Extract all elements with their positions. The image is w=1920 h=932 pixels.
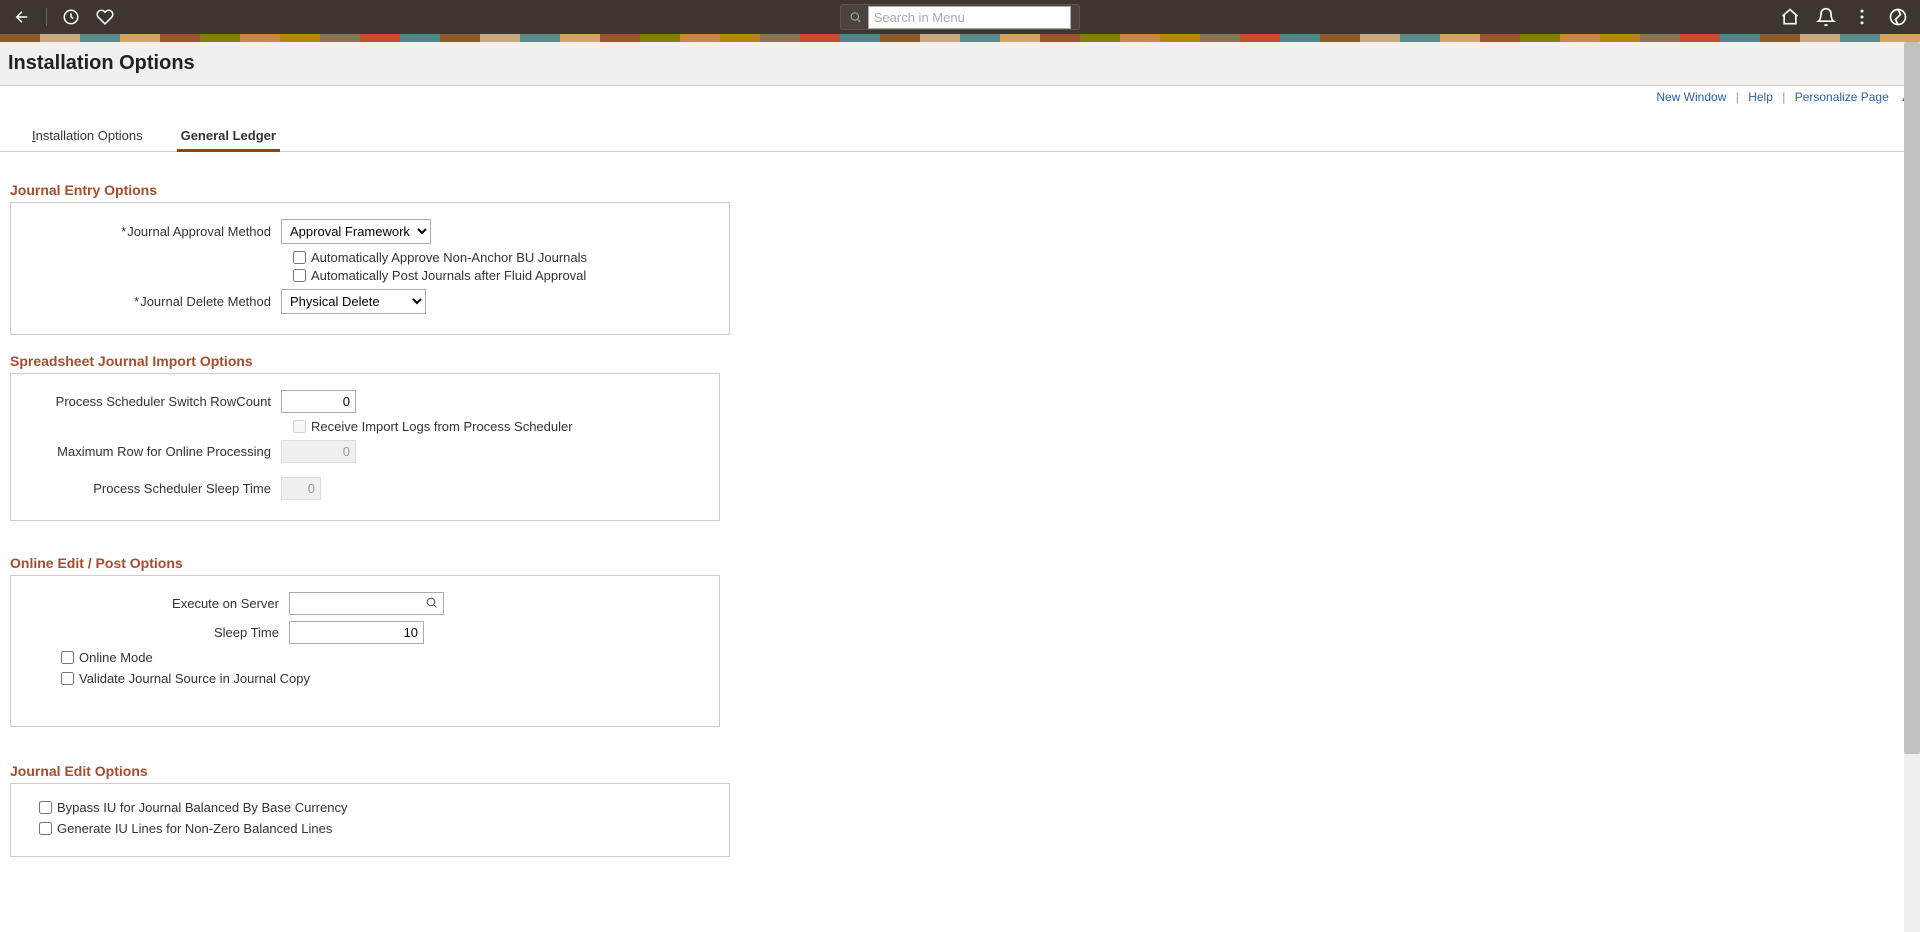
select-approval-method[interactable]: Approval Framework [281,219,431,244]
link-sep: | [1782,90,1785,104]
section-journal-entry: *Journal Approval Method Approval Framew… [10,202,730,335]
actions-icon[interactable] [1852,7,1872,27]
navbar-icon[interactable] [1888,7,1908,27]
page-title-bar: Installation Options [0,42,1920,86]
link-sep: | [1736,90,1739,104]
row-switch-rowcount: Process Scheduler Switch RowCount [19,390,711,413]
input-switch-rowcount[interactable] [281,390,356,413]
lookup-execute-server [289,592,444,615]
checkbox-bypass-iu[interactable] [39,801,52,814]
label-max-row: Maximum Row for Online Processing [19,444,281,459]
page-links: New Window | Help | Personalize Page ▲ [0,86,1920,108]
personalize-link[interactable]: Personalize Page [1795,90,1889,104]
input-max-row [281,440,356,463]
row-online-mode: Online Mode [61,650,711,665]
section-online-edit: Execute on Server Sleep Time Online Mode [10,575,720,727]
section-spreadsheet: Process Scheduler Switch RowCount Receiv… [10,373,720,521]
topbar-right [1780,7,1908,27]
row-approval-method: *Journal Approval Method Approval Framew… [19,219,721,244]
notifications-icon[interactable] [1816,7,1836,27]
row-max-row: Maximum Row for Online Processing [19,440,711,463]
checkbox-online-mode[interactable] [61,651,74,664]
label-receive-logs: Receive Import Logs from Process Schedul… [311,419,573,434]
divider-icon [46,8,47,26]
section-title-journal-edit: Journal Edit Options [10,763,730,779]
search-box[interactable] [840,4,1080,30]
input-execute-server[interactable] [289,592,444,615]
row-sleep-time-sched: Process Scheduler Sleep Time [19,477,711,500]
label-sleep-time-sched: Process Scheduler Sleep Time [19,481,281,496]
favorite-icon[interactable] [95,7,115,27]
search-icon [849,10,862,24]
label-switch-rowcount: Process Scheduler Switch RowCount [19,394,281,409]
label-online-mode[interactable]: Online Mode [79,650,153,665]
label-generate-iu[interactable]: Generate IU Lines for Non-Zero Balanced … [57,821,332,836]
checkbox-generate-iu[interactable] [39,822,52,835]
label-approval-method: *Journal Approval Method [19,224,281,239]
checkbox-auto-approve-non-anchor[interactable] [293,251,306,264]
row-delete-method: *Journal Delete Method Physical Delete [19,289,721,314]
new-window-link[interactable]: New Window [1656,90,1726,104]
lookup-icon[interactable] [425,596,438,612]
scrollbar[interactable] [1904,42,1920,932]
label-execute-server: Execute on Server [19,596,289,611]
label-sleep-time: Sleep Time [19,625,289,640]
row-bypass-iu: Bypass IU for Journal Balanced By Base C… [39,800,721,815]
label-delete-method: *Journal Delete Method [19,294,281,309]
row-generate-iu: Generate IU Lines for Non-Zero Balanced … [39,821,721,836]
row-auto-post-fluid: Automatically Post Journals after Fluid … [293,268,721,283]
scrollbar-thumb[interactable] [1904,42,1920,754]
input-sleep-time-sched [281,477,321,500]
row-validate-source: Validate Journal Source in Journal Copy [61,671,711,686]
search-input[interactable] [868,6,1071,29]
row-auto-approve-non-anchor: Automatically Approve Non-Anchor BU Jour… [293,250,721,265]
label-bypass-iu[interactable]: Bypass IU for Journal Balanced By Base C… [57,800,347,815]
row-receive-logs: Receive Import Logs from Process Schedul… [293,419,711,434]
banner-strip [0,34,1920,42]
label-auto-approve-non-anchor[interactable]: Automatically Approve Non-Anchor BU Jour… [311,250,587,265]
row-execute-server: Execute on Server [19,592,711,615]
input-sleep-time[interactable] [289,621,424,644]
select-delete-method[interactable]: Physical Delete [281,289,426,314]
section-title-spreadsheet: Spreadsheet Journal Import Options [10,353,730,369]
checkbox-auto-post-fluid[interactable] [293,269,306,282]
topbar [0,0,1920,34]
content: Journal Entry Options *Journal Approval … [0,152,740,869]
section-journal-edit: Bypass IU for Journal Balanced By Base C… [10,783,730,857]
row-sleep-time: Sleep Time [19,621,711,644]
label-auto-post-fluid[interactable]: Automatically Post Journals after Fluid … [311,268,586,283]
tab-general-ledger[interactable]: General Ledger [177,122,280,152]
section-title-online-edit: Online Edit / Post Options [10,555,730,571]
checkbox-receive-logs [293,420,306,433]
page-title: Installation Options [8,52,1912,75]
tabs: Installation Options General Ledger [0,122,1920,152]
checkbox-validate-source[interactable] [61,672,74,685]
section-title-journal-entry: Journal Entry Options [10,182,730,198]
tab-installation-options[interactable]: Installation Options [28,122,147,151]
help-link[interactable]: Help [1748,90,1773,104]
back-icon[interactable] [12,7,32,27]
topbar-left [12,7,115,27]
label-validate-source[interactable]: Validate Journal Source in Journal Copy [79,671,310,686]
recent-icon[interactable] [61,7,81,27]
home-icon[interactable] [1780,7,1800,27]
